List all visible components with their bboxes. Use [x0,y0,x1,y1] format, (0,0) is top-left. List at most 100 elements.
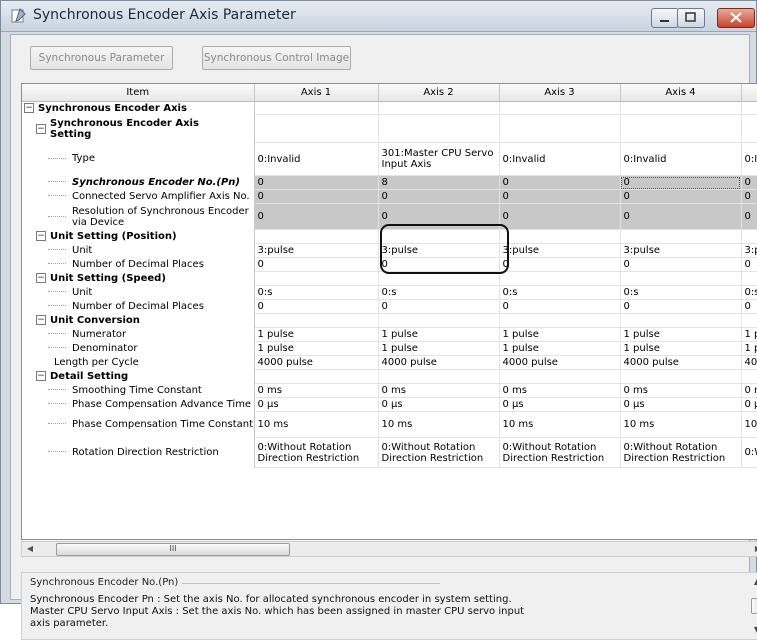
collapse-toggle-icon[interactable]: − [36,231,46,242]
value-cell[interactable]: 3:pulse [499,243,621,258]
value-cell[interactable]: 0:Invalid [254,142,379,176]
value-cell[interactable]: 3:pulse [378,243,500,258]
value-cell[interactable]: 0:s [499,285,621,300]
value-cell[interactable]: 10 ms [254,411,379,438]
scroll-left-icon[interactable]: ◀ [24,543,36,555]
value-cell[interactable]: 4000 pulse [620,355,742,370]
value-cell[interactable]: 1 pulse [254,341,379,356]
collapse-toggle-icon[interactable]: − [24,103,34,113]
value-cell[interactable]: 4000 pulse [499,355,621,370]
minimize-button[interactable] [651,8,679,28]
value-cell[interactable]: 0 [499,257,621,272]
value-cell[interactable]: 0:Without Rotation Direction Restriction [254,437,379,468]
value-cell[interactable]: 0 [499,175,621,190]
value-cell[interactable]: 0 ms [378,383,500,398]
value-cell[interactable]: 0 [254,189,379,204]
value-cell[interactable]: 0 m [741,383,757,398]
value-cell[interactable]: 0 [741,175,757,190]
value-cell[interactable]: 1 pulse [254,327,379,342]
collapse-toggle-icon[interactable]: − [36,315,46,326]
value-cell[interactable]: 0 [378,203,500,230]
value-cell[interactable]: 3:p [741,243,757,258]
value-cell[interactable]: 1 pulse [499,327,621,342]
close-button[interactable] [717,8,755,28]
value-cell[interactable]: 0 [254,299,379,314]
value-cell[interactable]: 0 μs [378,397,500,412]
collapse-toggle-icon[interactable]: − [36,123,46,134]
value-cell[interactable]: 0 [499,203,621,230]
value-cell[interactable]: 0 [620,203,742,230]
value-cell[interactable]: 0 μs [741,397,757,412]
value-cell[interactable]: 8 [378,175,500,190]
value-cell[interactable]: 1 pulse [620,341,742,356]
value-cell[interactable]: 0 μs [620,397,742,412]
collapse-toggle-icon[interactable]: − [36,371,46,382]
scroll-right-icon[interactable]: ▶ [752,543,757,555]
value-cell[interactable]: 1 pulse [620,327,742,342]
value-cell[interactable]: 3:pulse [254,243,379,258]
value-cell[interactable]: 0 ms [499,383,621,398]
value-cell[interactable]: 0:In [741,142,757,176]
value-cell[interactable]: 0:W Dire [741,437,757,468]
value-cell[interactable]: 0 [254,175,379,190]
value-cell[interactable]: 10 r [741,411,757,438]
value-cell[interactable]: 0 [620,299,742,314]
scroll-down-icon[interactable]: ▼ [750,624,757,636]
value-cell[interactable]: 0 [378,189,500,204]
value-cell[interactable]: 301:Master CPU Servo Input Axis [378,142,500,176]
value-cell[interactable]: 0 [620,257,742,272]
value-cell[interactable]: 0 [741,189,757,204]
value-cell[interactable]: 1 pulse [378,327,500,342]
value-cell[interactable]: 0:s [254,285,379,300]
value-cell[interactable]: 0 μs [254,397,379,412]
value-cell[interactable]: 0:s [741,285,757,300]
value-cell[interactable]: 0 [741,299,757,314]
value-cell[interactable]: 10 ms [378,411,500,438]
value-cell[interactable]: 1 pulse [378,341,500,356]
value-cell[interactable]: 0:Invalid [499,142,621,176]
value-cell [378,101,500,115]
value-cell[interactable]: 400 [741,355,757,370]
scroll-thumb[interactable]: III [56,543,290,556]
value-cell[interactable]: 0:s [620,285,742,300]
value-cell[interactable]: 10 ms [620,411,742,438]
value-cell[interactable]: 0:Invalid [620,142,742,176]
value-cell[interactable]: 0 μs [499,397,621,412]
value-cell[interactable]: 0:Without Rotation Direction Restriction [499,437,621,468]
scroll-up-icon[interactable]: ▲ [750,576,757,588]
value-cell[interactable]: 0 [741,203,757,230]
value-cell[interactable]: 0 [741,257,757,272]
item-cell: Smoothing Time Constant [22,383,255,398]
value-cell[interactable]: 0 ms [620,383,742,398]
horizontal-scrollbar[interactable]: ◀ III ▶ [21,541,757,557]
value-cell[interactable]: 0:s [378,285,500,300]
value-cell[interactable]: 0 [378,299,500,314]
category-row: − Unit Setting (Position) [22,229,757,244]
item-cell: Resolution of Synchronous Encoder via De… [22,203,255,230]
value-cell[interactable]: 1 pu [741,341,757,356]
item-label: Type [72,153,95,165]
synchronous-parameter-button[interactable]: Synchronous Parameter [30,46,173,70]
value-cell[interactable]: 1 pulse [499,341,621,356]
description-scrollbar[interactable]: ▲ ▼ [750,576,757,636]
value-cell[interactable]: 0 [620,175,742,190]
value-cell[interactable]: 10 ms [499,411,621,438]
value-cell[interactable]: 0:Without Rotation Direction Restriction [378,437,500,468]
synchronous-control-image-button[interactable]: Synchronous Control Image [202,46,351,70]
item-label: Resolution of Synchronous Encoder via De… [72,205,249,228]
value-cell[interactable]: 1 pu [741,327,757,342]
value-cell[interactable]: 0:Without Rotation Direction Restriction [620,437,742,468]
maximize-button[interactable] [677,8,705,28]
collapse-toggle-icon[interactable]: − [36,273,46,284]
value-cell[interactable]: 0 [499,189,621,204]
value-cell[interactable]: 0 [620,189,742,204]
scroll-thumb[interactable] [751,598,757,614]
value-cell[interactable]: 0 ms [254,383,379,398]
value-cell[interactable]: 0 [378,257,500,272]
value-cell[interactable]: 0 [254,203,379,230]
value-cell[interactable]: 0 [254,257,379,272]
value-cell[interactable]: 3:pulse [620,243,742,258]
value-cell[interactable]: 0 [499,299,621,314]
value-cell[interactable]: 4000 pulse [378,355,500,370]
value-cell[interactable]: 4000 pulse [254,355,379,370]
